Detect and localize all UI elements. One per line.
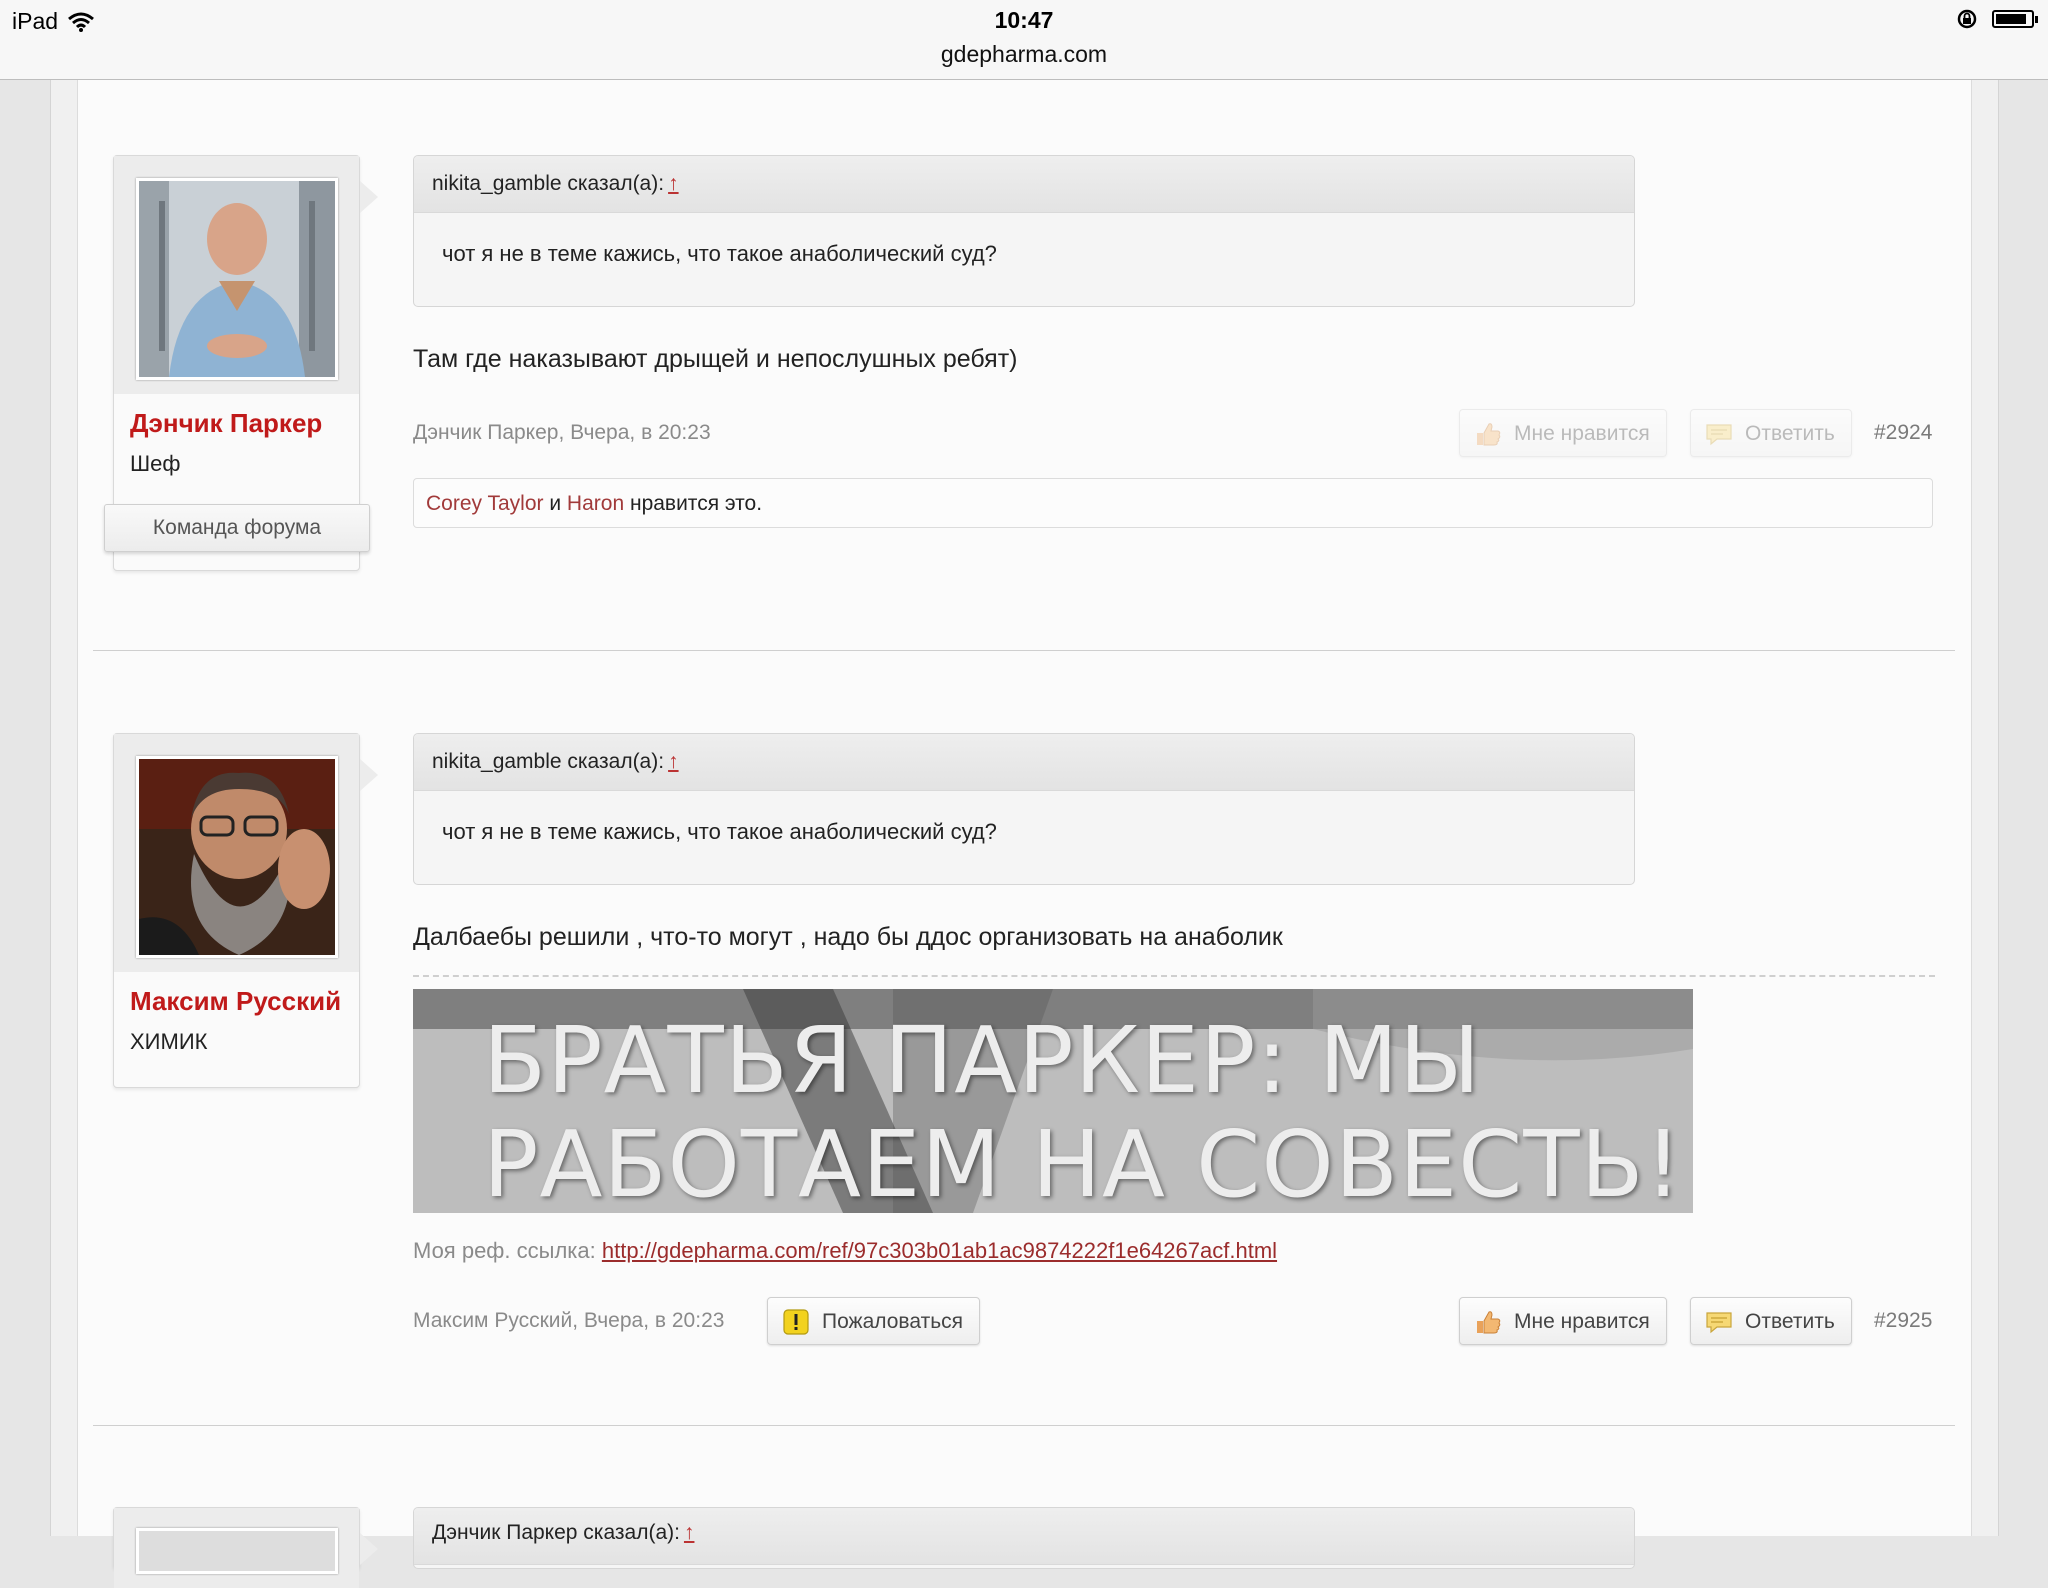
avatar[interactable] xyxy=(135,178,338,380)
likes-conjunction: и xyxy=(549,492,562,515)
quote-jump-link[interactable]: ↑ xyxy=(668,750,679,773)
user-title: Шеф xyxy=(130,451,181,476)
signature-banner: БРАТЬЯ ПАРКЕР: МЫ РАБОТАЕМ НА СОВЕСТЬ! xyxy=(413,989,1693,1213)
message-text: Там где наказывают дрыщей и непослушных … xyxy=(413,345,1018,373)
user-card xyxy=(113,1507,378,1588)
avatar-image xyxy=(138,181,335,377)
quote-header: nikita_gamble сказал(а): ↑ xyxy=(414,156,1634,213)
quote-block: Дэнчик Паркер сказал(а): ↑ xyxy=(413,1507,1635,1569)
liker-link[interactable]: Corey Taylor xyxy=(426,492,544,515)
reply-button[interactable]: Ответить xyxy=(1690,409,1852,457)
post-divider xyxy=(93,650,1955,651)
banner-line: БРАТЬЯ ПАРКЕР: МЫ xyxy=(483,1007,1482,1114)
address-bar[interactable]: gdepharma.com xyxy=(0,41,2048,68)
avatar-image xyxy=(138,759,335,955)
quote-jump-link[interactable]: ↑ xyxy=(668,172,679,195)
post-meta[interactable]: Дэнчик Паркер, Вчера, в 20:23 xyxy=(413,421,711,445)
like-button[interactable]: Мне нравится xyxy=(1459,1297,1667,1345)
likes-suffix: нравится это. xyxy=(629,492,763,515)
quote-author: nikita_gamble сказал(а): xyxy=(432,750,665,773)
referral-label: Моя реф. ссылка: xyxy=(413,1238,596,1263)
user-badge: Команда форума xyxy=(104,504,370,552)
post-divider xyxy=(93,1425,1955,1426)
post-number[interactable]: #2925 xyxy=(1874,1309,1932,1333)
clock: 10:47 xyxy=(994,7,1054,33)
thumbs-up-icon xyxy=(1477,423,1501,446)
reply-button[interactable]: Ответить xyxy=(1690,1297,1852,1345)
author-name[interactable]: Максим Русский xyxy=(114,972,359,1017)
liker-link[interactable]: Haron xyxy=(567,492,624,515)
user-card: Дэнчик Паркер Шеф Команда форума xyxy=(104,155,378,571)
quote-jump-link[interactable]: ↑ xyxy=(684,1521,695,1544)
report-button[interactable]: Пожаловаться xyxy=(767,1297,981,1345)
signature-divider xyxy=(413,975,1935,977)
quote-text: чот я не в теме кажись, что такое анабол… xyxy=(442,819,997,844)
banner-line: РАБОТАЕМ НА СОВЕСТЬ! xyxy=(483,1111,1683,1214)
avatar[interactable] xyxy=(135,756,338,958)
status-bar: iPad 10:47 gdepharma.com xyxy=(0,0,2048,80)
author-name[interactable]: Дэнчик Паркер xyxy=(114,394,359,439)
reply-label: Ответить xyxy=(1745,422,1835,445)
likes-summary: Corey Taylor и Haron нравится это. xyxy=(413,478,1933,528)
quote-block: nikita_gamble сказал(а): ↑ чот я не в тем… xyxy=(413,155,1635,307)
referral-link[interactable]: http://gdepharma.com/ref/97c303b01ab1ac9… xyxy=(602,1238,1277,1263)
message-text: Далбаебы решили , что-то могут , надо бы… xyxy=(413,923,1283,951)
user-title: ХИМИК xyxy=(130,1029,208,1054)
referral-line: Моя реф. ссылка: http://gdepharma.com/re… xyxy=(413,1238,1277,1264)
like-button[interactable]: Мне нравится xyxy=(1459,409,1667,457)
quote-author: nikita_gamble сказал(а): xyxy=(432,172,665,195)
quote-header: nikita_gamble сказал(а): ↑ xyxy=(414,734,1634,791)
battery-icon xyxy=(1992,10,2038,28)
like-label: Мне нравится xyxy=(1514,1310,1650,1333)
quote-author: Дэнчик Паркер сказал(а): xyxy=(432,1521,680,1544)
quote-block: nikita_gamble сказал(а): ↑ чот я не в тем… xyxy=(413,733,1635,885)
speech-bubble-icon xyxy=(1706,1312,1732,1334)
thumbs-up-icon xyxy=(1477,1311,1501,1334)
warning-icon xyxy=(783,1309,809,1335)
quote-text: чот я не в теме кажись, что такое анабол… xyxy=(442,241,997,266)
avatar[interactable] xyxy=(135,1528,338,1574)
quote-header: Дэнчик Паркер сказал(а): ↑ xyxy=(414,1508,1634,1565)
rotation-lock-icon xyxy=(1957,9,1977,29)
report-label: Пожаловаться xyxy=(822,1310,964,1333)
post-meta[interactable]: Максим Русский, Вчера, в 20:23 xyxy=(413,1309,724,1333)
reply-label: Ответить xyxy=(1745,1310,1835,1333)
like-label: Мне нравится xyxy=(1514,422,1650,445)
speech-bubble-icon xyxy=(1706,424,1732,446)
post-number[interactable]: #2924 xyxy=(1874,421,1932,445)
user-card: Максим Русский ХИМИК xyxy=(113,733,378,1088)
